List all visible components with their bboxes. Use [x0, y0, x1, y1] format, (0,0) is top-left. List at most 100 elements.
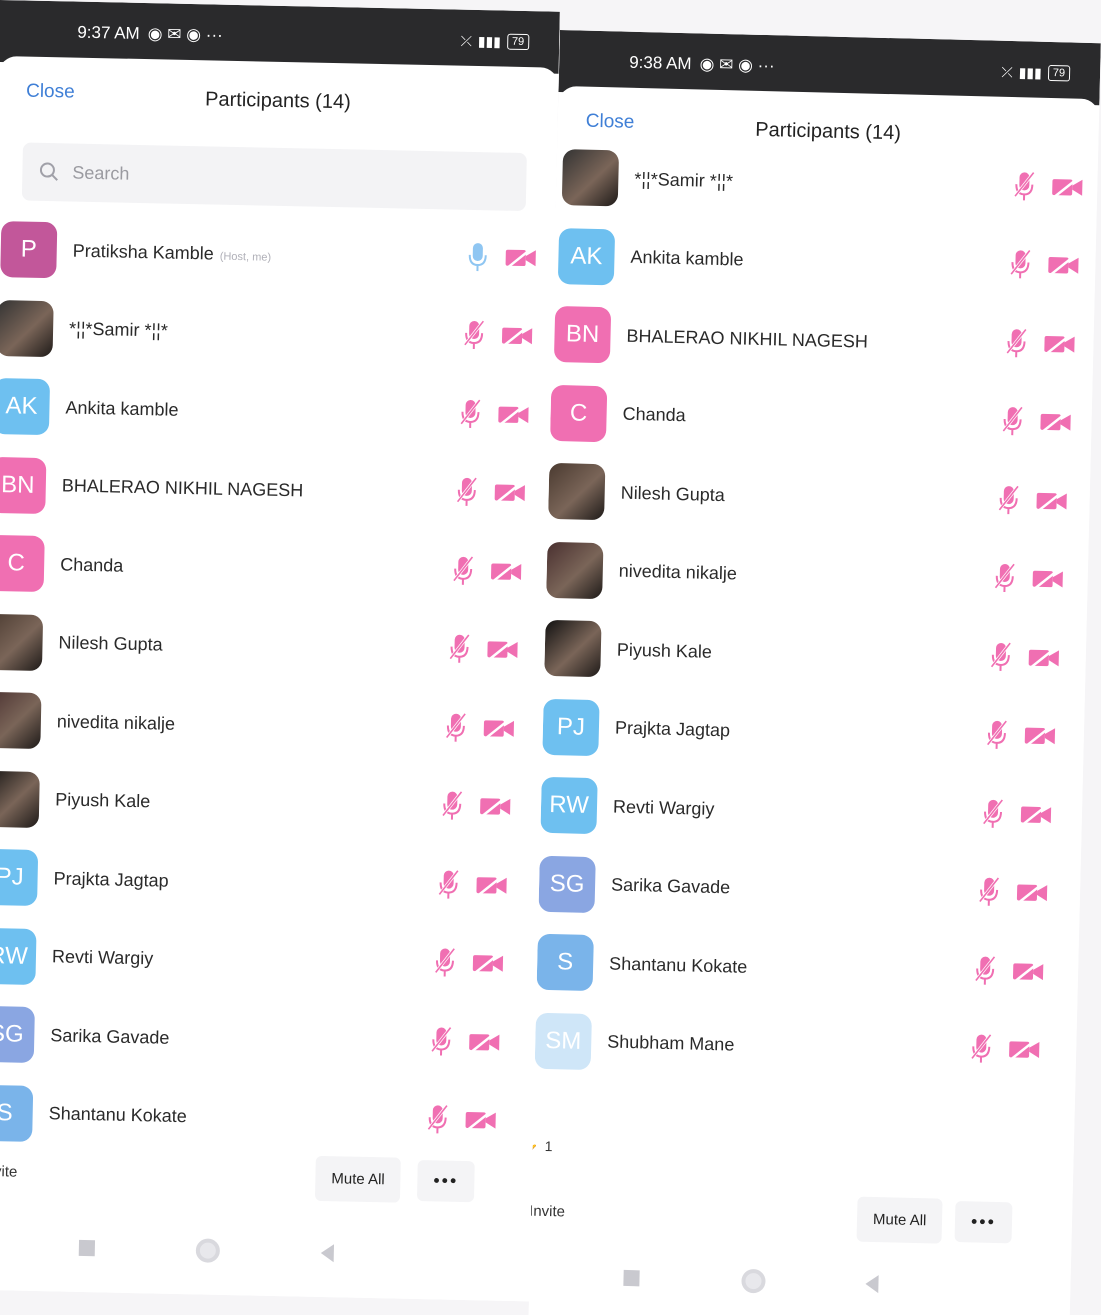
- mic-muted-icon[interactable]: [435, 868, 462, 906]
- participant-row[interactable]: SG Sarika Gavade: [538, 844, 1081, 936]
- video-off-icon[interactable]: [501, 324, 534, 354]
- participant-row[interactable]: BN BHALERAO NIKHIL NAGESH: [0, 445, 551, 535]
- participant-row[interactable]: nivedita nikalje: [0, 681, 546, 771]
- video-off-icon[interactable]: [472, 951, 505, 981]
- avatar: [0, 692, 42, 750]
- mic-muted-icon[interactable]: [428, 1025, 455, 1063]
- avatar: SG: [0, 1006, 35, 1064]
- back-icon[interactable]: [865, 1274, 879, 1294]
- participant-controls: [435, 868, 508, 906]
- participant-row[interactable]: RW Revti Wargiy: [540, 766, 1083, 858]
- mic-muted-icon[interactable]: [461, 319, 488, 357]
- battery-icon: 79: [506, 33, 530, 51]
- participant-row[interactable]: Nilesh Gupta: [0, 602, 547, 692]
- mic-muted-icon[interactable]: [431, 947, 458, 985]
- mic-muted-icon[interactable]: [1007, 248, 1034, 286]
- back-icon[interactable]: [320, 1243, 335, 1263]
- video-off-icon[interactable]: [1039, 410, 1072, 440]
- mic-muted-icon[interactable]: [976, 876, 1003, 914]
- participant-row[interactable]: Nilesh Gupta: [548, 452, 1091, 544]
- signal-icon: ▮▮▮: [477, 32, 502, 49]
- participant-row[interactable]: SG Sarika Gavade: [0, 995, 539, 1085]
- video-off-icon[interactable]: [504, 245, 537, 275]
- participant-row[interactable]: S Shantanu Kokate: [536, 923, 1079, 1015]
- mic-muted-icon[interactable]: [991, 562, 1018, 600]
- video-off-icon[interactable]: [1027, 645, 1060, 675]
- screenshot-stage: 9:37 AM ◉ ✉ ◉ ··· ⤫ ▮▮▮ 79 Close Partici…: [0, 0, 1101, 1315]
- more-button[interactable]: •••: [416, 1159, 475, 1202]
- mic-muted-icon[interactable]: [968, 1033, 995, 1071]
- video-off-icon[interactable]: [483, 716, 516, 746]
- more-button[interactable]: •••: [954, 1200, 1013, 1243]
- mute-all-button[interactable]: Mute All: [314, 1155, 402, 1203]
- home-icon[interactable]: [195, 1238, 221, 1263]
- video-off-icon[interactable]: [1016, 881, 1049, 911]
- video-off-icon[interactable]: [1047, 253, 1080, 283]
- video-off-icon[interactable]: [1031, 567, 1064, 597]
- invite-button[interactable]: Invite: [529, 1202, 565, 1220]
- participant-row[interactable]: nivedita nikalje: [546, 530, 1089, 622]
- participant-controls: [1011, 170, 1084, 209]
- avatar: SG: [538, 855, 596, 913]
- avatar: BN: [553, 306, 612, 364]
- video-off-icon[interactable]: [493, 481, 526, 511]
- mic-muted-icon[interactable]: [453, 476, 480, 514]
- mic-muted-icon[interactable]: [987, 640, 1014, 678]
- mic-muted-icon[interactable]: [999, 405, 1026, 443]
- video-off-icon[interactable]: [1051, 175, 1084, 205]
- video-off-icon[interactable]: [479, 794, 512, 824]
- mic-muted-icon[interactable]: [439, 790, 466, 828]
- participant-row[interactable]: Piyush Kale: [544, 609, 1087, 701]
- participant-row[interactable]: C Chanda: [0, 524, 549, 614]
- participant-row[interactable]: BN BHALERAO NIKHIL NAGESH: [552, 295, 1095, 387]
- search-icon: [39, 162, 58, 181]
- participant-row[interactable]: PJ Prajkta Jagtap: [542, 687, 1085, 779]
- participant-controls: [457, 397, 530, 435]
- participant-row[interactable]: RW Revti Wargiy: [0, 916, 541, 1006]
- invite-button[interactable]: Invite: [0, 1162, 18, 1180]
- participant-row[interactable]: SM Shubham Mane: [534, 1001, 1077, 1093]
- video-off-icon[interactable]: [1020, 802, 1053, 832]
- avatar: SM: [534, 1012, 592, 1070]
- mic-muted-icon[interactable]: [972, 954, 999, 992]
- video-off-icon[interactable]: [464, 1108, 497, 1138]
- participant-row[interactable]: AK Ankita kamble: [0, 367, 552, 457]
- participant-row[interactable]: PJ Prajkta Jagtap: [0, 838, 542, 928]
- participant-row[interactable]: *¦¦*Samir *¦¦*: [0, 288, 554, 378]
- video-off-icon[interactable]: [1035, 489, 1068, 519]
- mic-muted-icon[interactable]: [457, 397, 484, 435]
- android-nav-bar: [529, 1246, 1071, 1315]
- participant-controls: [1003, 327, 1076, 366]
- participant-row[interactable]: P Pratiksha Kamble (Host, me): [0, 210, 555, 300]
- recents-icon[interactable]: [78, 1239, 96, 1257]
- avatar: [561, 149, 620, 207]
- video-off-icon[interactable]: [475, 873, 508, 903]
- participant-row[interactable]: *¦¦*Samir *¦¦*: [555, 138, 1098, 230]
- participant-row[interactable]: AK Ankita kamble: [554, 216, 1097, 308]
- search-input[interactable]: Search: [21, 142, 527, 212]
- mic-muted-icon[interactable]: [450, 554, 477, 592]
- mic-muted-icon[interactable]: [446, 633, 473, 671]
- home-icon[interactable]: [741, 1268, 766, 1294]
- video-off-icon[interactable]: [497, 402, 530, 432]
- mic-muted-icon[interactable]: [1003, 327, 1030, 365]
- video-off-icon[interactable]: [1023, 724, 1056, 754]
- video-off-icon[interactable]: [490, 559, 523, 589]
- video-off-icon[interactable]: [468, 1030, 501, 1060]
- mic-muted-icon[interactable]: [442, 711, 469, 749]
- recents-icon[interactable]: [623, 1269, 640, 1287]
- video-off-icon[interactable]: [1043, 332, 1076, 362]
- video-off-icon[interactable]: [1008, 1038, 1041, 1068]
- mic-muted-icon[interactable]: [983, 719, 1010, 757]
- mic-muted-icon[interactable]: [979, 797, 1006, 835]
- mic-muted-icon[interactable]: [1011, 170, 1038, 208]
- mic-muted-icon[interactable]: [995, 484, 1022, 522]
- mic-muted-icon[interactable]: [424, 1103, 451, 1141]
- mute-all-button[interactable]: Mute All: [856, 1196, 943, 1244]
- mic-icon[interactable]: [464, 241, 491, 279]
- video-off-icon[interactable]: [1012, 959, 1045, 989]
- video-off-icon[interactable]: [486, 638, 519, 668]
- participant-row[interactable]: C Chanda: [549, 373, 1093, 465]
- participant-row[interactable]: Piyush Kale: [0, 759, 544, 849]
- participant-controls: [439, 790, 512, 828]
